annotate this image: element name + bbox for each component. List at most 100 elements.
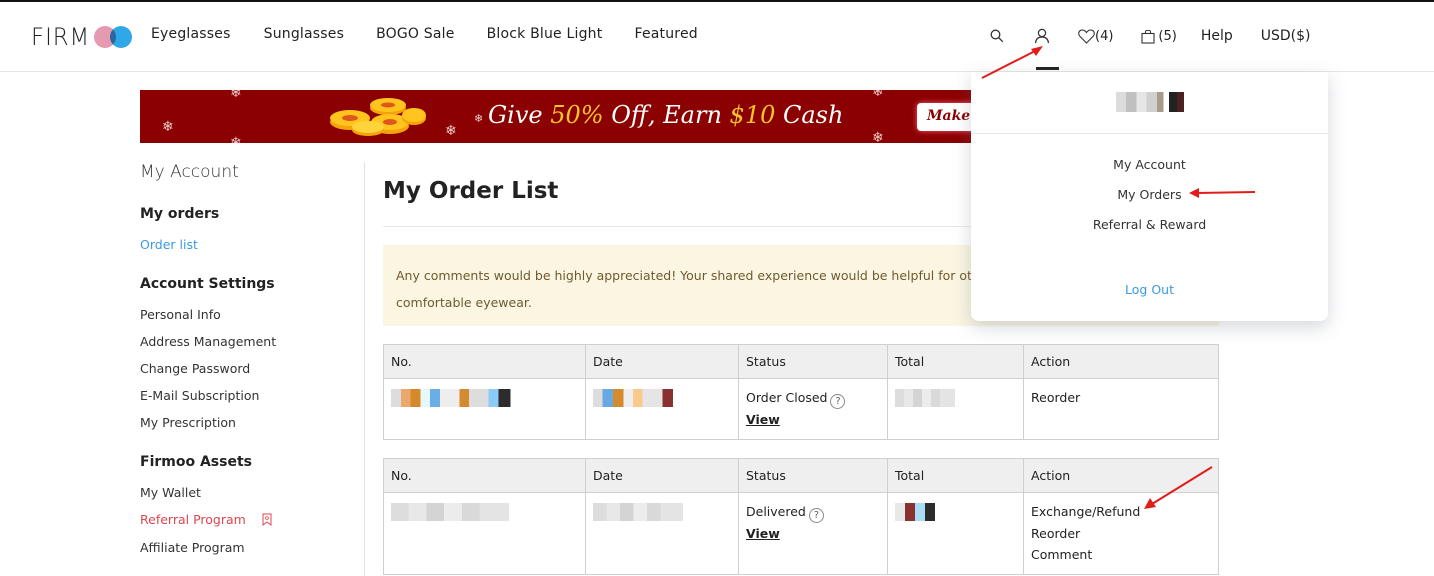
promo-banner[interactable]: ❄ ❄ ❄ ❄ ❄ ❄ ❄ Give 50% Off, Earn $10 Cas… xyxy=(140,90,972,143)
order-date-cell xyxy=(585,492,739,575)
order-number-redacted xyxy=(391,389,513,407)
column-action: Action xyxy=(1023,458,1219,493)
user-icon xyxy=(1034,28,1050,44)
order-total-cell xyxy=(887,378,1024,440)
column-date: Date xyxy=(585,458,739,493)
order-table-header: No. Date Status Total Action xyxy=(383,344,1219,379)
banner-headline: Give 50% Off, Earn $10 Cash xyxy=(488,101,844,129)
logo-text: FIRM xyxy=(31,23,91,51)
snowflake-icon: ❄ xyxy=(474,112,484,125)
snowflake-icon: ❄ xyxy=(230,90,242,101)
sidebar-item-referral-program[interactable]: Referral Program xyxy=(140,512,272,527)
nav-bogo-sale[interactable]: BOGO Sale xyxy=(376,26,454,42)
comment-link[interactable]: Comment xyxy=(1031,547,1092,562)
column-status: Status xyxy=(738,458,888,493)
table-row: Order Closed? View Reorder xyxy=(383,378,1219,440)
header-actions: (4) (5) Help USD($) xyxy=(990,24,1311,48)
account-active-indicator xyxy=(1036,67,1059,70)
sidebar-divider xyxy=(364,162,365,576)
snowflake-icon: ❄ xyxy=(872,130,884,143)
column-date: Date xyxy=(585,344,739,379)
snowflake-icon: ❄ xyxy=(162,119,174,135)
nav-eyeglasses[interactable]: Eyeglasses xyxy=(151,26,231,42)
order-number-cell xyxy=(383,492,586,575)
order-number-redacted xyxy=(391,503,509,521)
sidebar-item-my-wallet[interactable]: My Wallet xyxy=(140,485,201,500)
bookmark-star-icon xyxy=(262,513,272,526)
logo-circles-icon xyxy=(94,26,134,48)
firmoo-logo[interactable]: FIRM xyxy=(31,23,134,51)
currency-selector[interactable]: USD($) xyxy=(1261,28,1311,44)
referral-program-label: Referral Program xyxy=(140,512,246,527)
column-status: Status xyxy=(738,344,888,379)
order-table-header: No. Date Status Total Action xyxy=(383,458,1219,493)
page-title: My Order List xyxy=(383,178,559,204)
column-total: Total xyxy=(887,458,1024,493)
order-action-cell: Reorder xyxy=(1023,378,1219,440)
wishlist-button[interactable]: (4) xyxy=(1078,29,1113,44)
sidebar-item-personal-info[interactable]: Personal Info xyxy=(140,307,221,322)
sidebar-section-account-settings: Account Settings xyxy=(140,276,275,292)
snowflake-icon: ❄ xyxy=(445,123,457,139)
order-date-redacted xyxy=(593,389,673,407)
sidebar-item-order-list[interactable]: Order list xyxy=(140,237,198,252)
column-no: No. xyxy=(383,458,586,493)
wishlist-count: (4) xyxy=(1095,28,1114,44)
dropdown-logout-link[interactable]: Log Out xyxy=(971,282,1328,297)
coins-icon xyxy=(330,98,426,136)
order-table: No. Date Status Total Action Order Close… xyxy=(383,344,1219,440)
sidebar-section-my-orders: My orders xyxy=(140,206,220,222)
help-question-icon[interactable]: ? xyxy=(808,508,824,523)
banner-cta-button[interactable]: Make . xyxy=(917,103,972,131)
sidebar-title: My Account xyxy=(140,162,239,182)
order-number-cell xyxy=(383,378,586,440)
order-action-cell: Exchange/Refund Reorder Comment xyxy=(1023,492,1219,575)
username-redacted xyxy=(1116,92,1184,112)
sidebar-item-change-password[interactable]: Change Password xyxy=(140,361,250,376)
sidebar-item-affiliate-program[interactable]: Affiliate Program xyxy=(140,540,245,555)
order-status-cell: Delivered? View xyxy=(738,492,888,575)
account-dropdown-menu: My Account My Orders Referral & Reward L… xyxy=(971,72,1328,321)
order-status-cell: Order Closed? View xyxy=(738,378,888,440)
view-order-link[interactable]: View xyxy=(746,412,780,427)
nav-block-blue-light[interactable]: Block Blue Light xyxy=(487,26,603,42)
snowflake-icon: ❄ xyxy=(230,135,242,143)
help-link[interactable]: Help xyxy=(1201,28,1233,44)
cart-count: (5) xyxy=(1158,28,1177,44)
site-header: FIRM Eyeglasses Sunglasses BOGO Sale Blo… xyxy=(0,2,1434,72)
dropdown-item-my-orders[interactable]: My Orders xyxy=(971,187,1328,202)
nav-sunglasses[interactable]: Sunglasses xyxy=(264,26,344,42)
snowflake-icon: ❄ xyxy=(872,90,884,100)
account-button[interactable] xyxy=(1034,28,1050,44)
order-total-redacted xyxy=(895,503,935,521)
sidebar-item-email-subscription[interactable]: E-Mail Subscription xyxy=(140,388,259,403)
shopping-bag-icon xyxy=(1141,29,1155,44)
help-question-icon[interactable]: ? xyxy=(830,394,846,409)
order-total-redacted xyxy=(895,389,955,407)
exchange-refund-link[interactable]: Exchange/Refund xyxy=(1031,504,1140,519)
order-date-redacted xyxy=(593,503,683,521)
table-row: Delivered? View Exchange/Refund Reorder … xyxy=(383,492,1219,575)
main-nav: Eyeglasses Sunglasses BOGO Sale Block Bl… xyxy=(151,26,730,42)
order-status: Delivered xyxy=(746,504,806,519)
dropdown-item-my-account[interactable]: My Account xyxy=(971,157,1328,172)
column-total: Total xyxy=(887,344,1024,379)
order-total-cell xyxy=(887,492,1024,575)
heart-icon xyxy=(1078,28,1095,44)
sidebar-section-firmoo-assets: Firmoo Assets xyxy=(140,454,252,470)
nav-featured[interactable]: Featured xyxy=(634,26,697,42)
column-no: No. xyxy=(383,344,586,379)
search-button[interactable] xyxy=(990,29,1004,43)
order-date-cell xyxy=(585,378,739,440)
column-action: Action xyxy=(1023,344,1219,379)
cart-button[interactable]: (5) xyxy=(1141,28,1177,44)
search-icon xyxy=(990,29,1004,43)
reorder-link[interactable]: Reorder xyxy=(1031,390,1080,405)
sidebar-item-my-prescription[interactable]: My Prescription xyxy=(140,415,236,430)
order-table: No. Date Status Total Action Delivered? … xyxy=(383,458,1219,575)
sidebar-item-address-management[interactable]: Address Management xyxy=(140,334,276,349)
order-status: Order Closed xyxy=(746,390,828,405)
view-order-link[interactable]: View xyxy=(746,526,780,541)
dropdown-item-referral-reward[interactable]: Referral & Reward xyxy=(971,217,1328,232)
reorder-link[interactable]: Reorder xyxy=(1031,526,1080,541)
